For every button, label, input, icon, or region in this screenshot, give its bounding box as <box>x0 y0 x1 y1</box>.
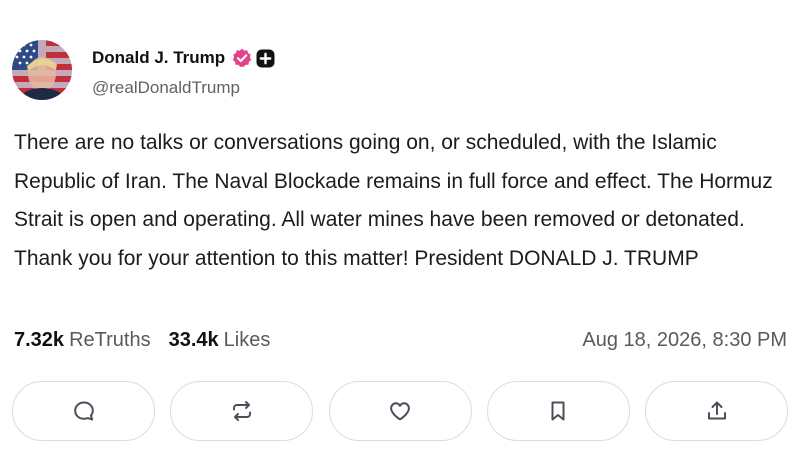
post-timestamp[interactable]: Aug 18, 2026, 8:30 PM <box>582 329 787 352</box>
comment-icon <box>73 401 94 421</box>
likes-count[interactable]: 33.4k <box>169 329 219 352</box>
author-name-row: Donald J. Trump <box>92 48 275 68</box>
author-handle[interactable]: @realDonaldTrump <box>92 78 240 98</box>
reply-button[interactable] <box>12 381 155 441</box>
heart-icon <box>390 402 410 421</box>
avatar[interactable] <box>12 40 72 100</box>
post-body-text: There are no talks or conversations goin… <box>14 131 773 270</box>
bookmark-icon <box>551 401 565 421</box>
retruth-button[interactable] <box>170 381 314 441</box>
post-card: Donald J. Trump @realDonaldTrump There a… <box>0 0 800 459</box>
repost-icon <box>232 401 251 421</box>
likes-label[interactable]: Likes <box>224 329 271 352</box>
verified-badge-icon <box>232 48 252 68</box>
retruths-label[interactable]: ReTruths <box>69 329 151 352</box>
share-button[interactable] <box>645 381 788 441</box>
share-icon <box>707 401 726 420</box>
plus-badge-icon <box>256 49 275 68</box>
retruths-count[interactable]: 7.32k <box>14 329 64 352</box>
author-display-name[interactable]: Donald J. Trump <box>92 48 225 68</box>
bookmark-button[interactable] <box>486 381 630 441</box>
action-bar <box>12 381 788 441</box>
post-stats: 7.32k ReTruths 33.4k Likes Aug 18, 2026,… <box>14 329 787 352</box>
like-button[interactable] <box>328 381 472 441</box>
